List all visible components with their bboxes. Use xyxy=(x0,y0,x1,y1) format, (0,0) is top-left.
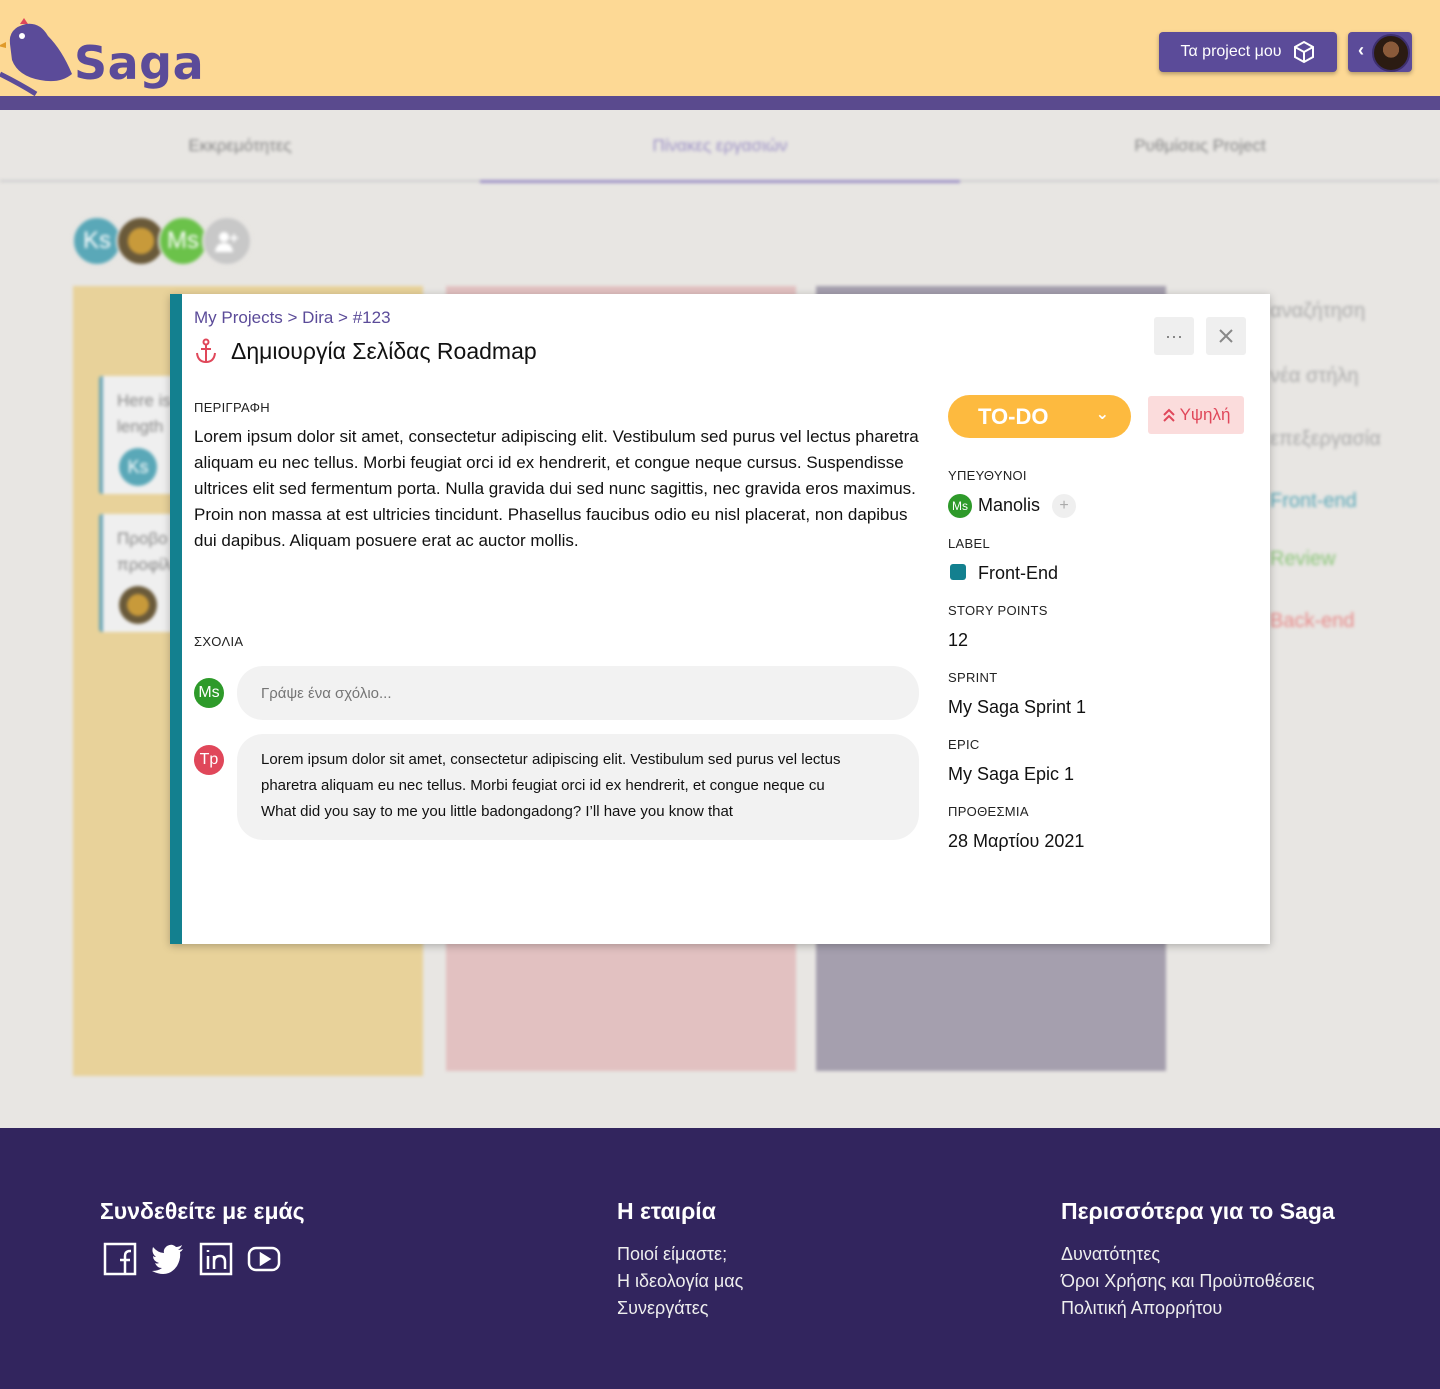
footer-link-features[interactable]: Δυνατότητες xyxy=(1061,1244,1160,1265)
status-label: TO-DO xyxy=(978,403,1049,429)
top-header: Saga Τα project μου ‹ xyxy=(0,0,1440,98)
tab-project-settings[interactable]: Ρυθμίσεις Project xyxy=(960,136,1440,156)
side-edit-link[interactable]: επεξεργασία xyxy=(1270,428,1381,451)
task-description[interactable]: Lorem ipsum dolor sit amet, consectetur … xyxy=(194,424,919,554)
description-label: ΠΕΡΙΓΡΑΦΗ xyxy=(194,400,270,415)
anchor-icon xyxy=(196,338,216,364)
side-label-frontend[interactable]: Front-end xyxy=(1270,490,1357,513)
add-assignee-icon[interactable]: + xyxy=(1052,494,1076,518)
bg-card-text: length xyxy=(117,417,164,436)
footer: Συνδεθείτε με εμάς Η εταιρία Ποιοί είμασ… xyxy=(0,1128,1440,1389)
tab-active-indicator xyxy=(480,180,960,183)
close-button[interactable] xyxy=(1206,317,1246,355)
add-member-icon[interactable] xyxy=(202,216,252,266)
close-icon xyxy=(1219,329,1233,343)
side-label-backend[interactable]: Back-end xyxy=(1270,610,1355,633)
chevron-down-icon: ⌄ xyxy=(1095,406,1109,423)
footer-company-heading: Η εταιρία xyxy=(617,1198,716,1224)
profile-menu-button[interactable]: ‹ xyxy=(1348,32,1412,72)
member-avatar-ms[interactable]: Ms xyxy=(158,216,208,266)
footer-connect-heading: Συνδεθείτε με εμάς xyxy=(100,1198,305,1224)
bg-card-text: Προβο xyxy=(117,529,168,548)
breadcrumb[interactable]: My Projects > Dira > #123 xyxy=(194,308,391,328)
comment-input-avatar: Ms xyxy=(194,678,224,708)
footer-more-heading: Περισσότερα για το Saga xyxy=(1061,1198,1335,1224)
facebook-icon[interactable] xyxy=(103,1242,137,1276)
user-avatar xyxy=(1372,34,1410,72)
priority-badge[interactable]: Υψηλή xyxy=(1148,396,1244,434)
epic-value[interactable]: My Saga Epic 1 xyxy=(948,764,1074,785)
side-new-column-link[interactable]: νέα στήλη xyxy=(1270,365,1359,388)
deadline-value[interactable]: 28 Μαρτίου 2021 xyxy=(948,831,1084,852)
bg-card-avatar: Ks xyxy=(119,448,157,486)
side-search-link[interactable]: αναζήτηση xyxy=(1270,300,1365,323)
bg-card-text: προφίλ xyxy=(117,555,172,574)
label-field-label: LABEL xyxy=(948,536,990,551)
assignees-label: ΥΠΕΥΘΥΝΟΙ xyxy=(948,468,1027,483)
label-color-stripe xyxy=(170,294,182,944)
my-projects-button[interactable]: Τα project μου xyxy=(1159,32,1337,72)
story-points-value[interactable]: 12 xyxy=(948,630,968,651)
comment-author-avatar: Tp xyxy=(194,745,224,775)
tab-boards[interactable]: Πίνακες εργασιών xyxy=(480,136,960,156)
bird-logo-icon xyxy=(0,18,73,97)
my-projects-label: Τα project μου xyxy=(1180,43,1282,60)
bg-card-avatar xyxy=(119,586,157,624)
more-dots-icon: ··· xyxy=(1165,325,1183,346)
chevron-left-icon: ‹ xyxy=(1358,40,1364,60)
story-points-label: STORY POINTS xyxy=(948,603,1048,618)
tab-backlog[interactable]: Εκκρεμότητες xyxy=(0,136,480,156)
comment-bubble: Lorem ipsum dolor sit amet, consectetur … xyxy=(237,734,919,840)
member-avatar-ks[interactable]: Ks xyxy=(72,216,122,266)
footer-link-about[interactable]: Ποιοί είμαστε; xyxy=(617,1244,727,1265)
task-detail-modal: My Projects > Dira > #123 Δημιουργία Σελ… xyxy=(170,294,1270,944)
label-color-swatch xyxy=(950,564,966,580)
footer-link-privacy[interactable]: Πολιτική Απορρήτου xyxy=(1061,1298,1222,1319)
header-accent-bar xyxy=(0,96,1440,110)
comment-line: pharetra aliquam eu nec tellus. Morbi fe… xyxy=(261,777,825,794)
footer-link-partners[interactable]: Συνεργάτες xyxy=(617,1298,708,1319)
deadline-label: ΠΡΟΘΕΣΜΙΑ xyxy=(948,804,1029,819)
comment-line: Lorem ipsum dolor sit amet, consectetur … xyxy=(261,751,841,768)
assignee-avatar: Ms xyxy=(948,494,972,518)
task-title[interactable]: Δημιουργία Σελίδας Roadmap xyxy=(231,338,537,365)
epic-label: EPIC xyxy=(948,737,980,752)
sprint-value[interactable]: My Saga Sprint 1 xyxy=(948,697,1086,718)
youtube-icon[interactable] xyxy=(247,1242,281,1276)
twitter-icon[interactable] xyxy=(151,1242,185,1276)
double-chevron-up-icon xyxy=(1162,408,1175,422)
comments-label: ΣΧΟΛΙΑ xyxy=(194,634,244,649)
status-dropdown[interactable]: TO-DO ⌄ xyxy=(948,395,1131,438)
footer-link-ideology[interactable]: Η ιδεολογία μας xyxy=(617,1271,743,1292)
sprint-label: SPRINT xyxy=(948,670,998,685)
saga-logo[interactable]: Saga xyxy=(0,14,204,98)
assignee-name[interactable]: Manolis xyxy=(978,495,1040,516)
linkedin-icon[interactable] xyxy=(199,1242,233,1276)
comment-input[interactable] xyxy=(237,666,919,720)
priority-label: Υψηλή xyxy=(1179,405,1231,424)
side-label-review[interactable]: Review xyxy=(1270,548,1336,571)
footer-link-terms[interactable]: Όροι Χρήσης και Προϋποθέσεις xyxy=(1061,1271,1315,1292)
label-value[interactable]: Front-End xyxy=(978,563,1058,584)
logo-text: Saga xyxy=(74,36,205,90)
cube-icon xyxy=(1293,40,1314,64)
comment-line: What did you say to me you little badong… xyxy=(261,803,733,820)
more-options-button[interactable]: ··· xyxy=(1154,317,1194,355)
bg-card-text: Here is xyxy=(117,391,171,410)
